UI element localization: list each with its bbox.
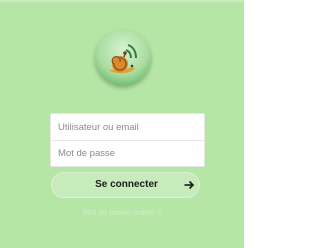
snail-wifi-logo-icon: [109, 44, 137, 74]
forgot-password-link[interactable]: Mot de passe oublié ?: [72, 208, 172, 217]
username-input[interactable]: [51, 114, 204, 140]
login-form: [50, 113, 205, 167]
arrow-right-icon: [184, 180, 195, 190]
connect-button-label: Se connecter: [95, 179, 158, 190]
top-edge: [0, 0, 244, 2]
app-logo: [95, 30, 151, 86]
connect-button[interactable]: Se connecter: [51, 172, 200, 198]
login-screen: Se connecter Mot de passe oublié ?: [0, 0, 244, 248]
password-input[interactable]: [51, 140, 204, 166]
